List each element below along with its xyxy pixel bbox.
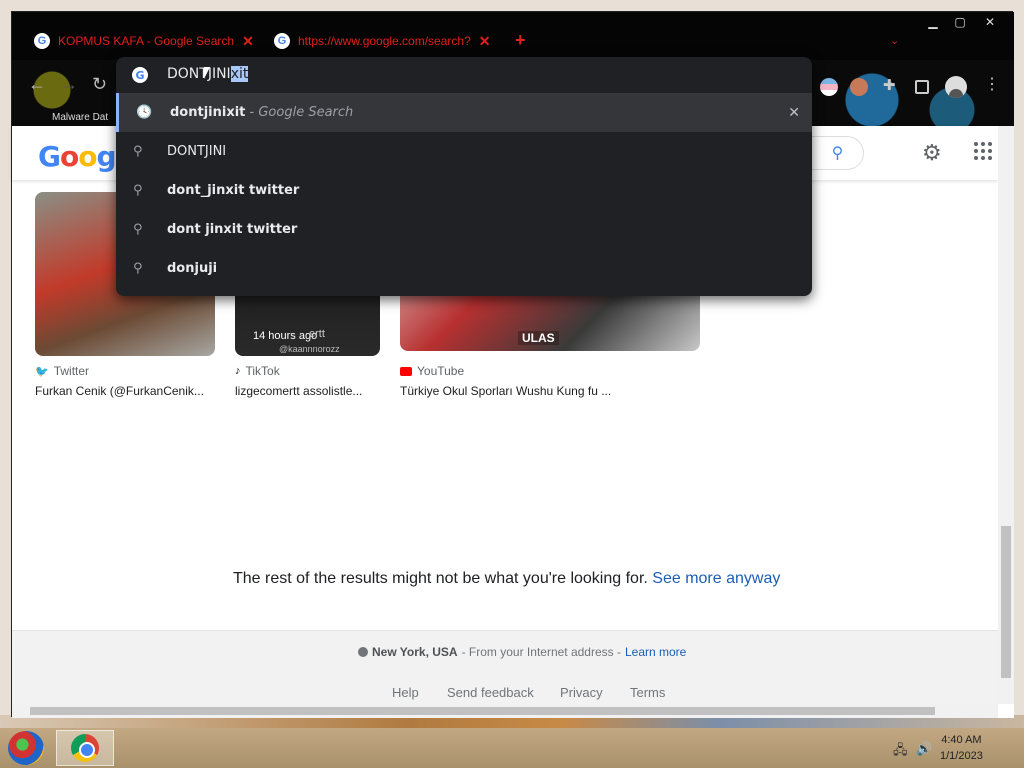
google-apps-icon[interactable] bbox=[974, 142, 992, 160]
mouse-cursor bbox=[204, 67, 210, 79]
search-submit-button[interactable]: ⚲ bbox=[812, 136, 864, 170]
system-clock[interactable]: 4:40 AM 1/1/2023 bbox=[940, 732, 983, 764]
location-dot-icon bbox=[358, 647, 368, 657]
video-author-overlay: @kaannnorozz bbox=[279, 344, 340, 354]
help-link[interactable]: Help bbox=[392, 685, 419, 700]
back-icon[interactable]: ← bbox=[28, 74, 46, 95]
tab-search-icon[interactable]: ⌄ bbox=[890, 34, 899, 47]
suggestion-item[interactable]: ⚲ dont jinxit twitter bbox=[116, 210, 812, 249]
send-feedback-link[interactable]: Send feedback bbox=[447, 685, 534, 700]
new-tab-button[interactable]: + bbox=[515, 30, 526, 51]
google-favicon-icon: G bbox=[34, 33, 50, 49]
privacy-link[interactable]: Privacy bbox=[560, 685, 603, 700]
extension-flag-icon[interactable] bbox=[820, 78, 838, 96]
google-favicon-icon: G bbox=[274, 33, 290, 49]
scrollbar-thumb[interactable] bbox=[30, 707, 935, 715]
taskbar: 🖧 🔊 4:40 AM 1/1/2023 bbox=[0, 728, 1024, 768]
rest-results-message: The rest of the results might not be wha… bbox=[233, 570, 781, 587]
google-g-icon: G bbox=[132, 67, 148, 83]
suggestion-item[interactable]: ⚲ donjuji bbox=[116, 249, 812, 288]
volume-icon[interactable]: 🔊 bbox=[916, 741, 932, 757]
profile-avatar-icon[interactable] bbox=[945, 76, 967, 98]
reload-icon[interactable]: ↻ bbox=[92, 74, 107, 95]
start-button[interactable] bbox=[8, 731, 44, 765]
chrome-icon bbox=[71, 734, 99, 762]
search-icon: ⚲ bbox=[133, 222, 143, 237]
horizontal-scrollbar[interactable] bbox=[12, 704, 998, 718]
omnibox-dropdown: G DONTJINIxit 🕓 dontjinixit - Google Sea… bbox=[116, 57, 812, 296]
extension-avatar-icon[interactable] bbox=[850, 78, 868, 96]
search-icon: ⚲ bbox=[831, 145, 844, 162]
search-icon: ⚲ bbox=[133, 183, 143, 198]
suggestion-history[interactable]: 🕓 dontjinixit - Google Search ✕ bbox=[116, 93, 812, 132]
tab-close-icon[interactable]: ✕ bbox=[479, 33, 491, 50]
autocomplete-selection: xit bbox=[230, 66, 249, 82]
tab-google-search-url[interactable]: G https://www.google.com/search? ✕ bbox=[274, 30, 504, 52]
video-overlay-text: ULAS bbox=[518, 331, 559, 345]
suggestion-item[interactable]: ⚲ dont_jinxit twitter bbox=[116, 171, 812, 210]
side-panel-icon[interactable] bbox=[915, 80, 929, 94]
vertical-scrollbar[interactable] bbox=[998, 126, 1014, 704]
youtube-icon bbox=[400, 366, 412, 376]
menu-kebab-icon[interactable]: ⋮ bbox=[984, 74, 1000, 94]
network-icon[interactable]: 🖧 bbox=[893, 741, 908, 763]
suggestion-item[interactable]: ⚲ DONTJINI bbox=[116, 132, 812, 171]
tab-close-icon[interactable]: ✕ bbox=[242, 33, 254, 50]
terms-link[interactable]: Terms bbox=[630, 685, 665, 700]
card-title[interactable]: Furkan Cenik (@FurkanCenik... bbox=[35, 384, 215, 398]
remove-suggestion-icon[interactable]: ✕ bbox=[788, 105, 800, 121]
video-handle-overlay: ertt bbox=[309, 328, 325, 340]
card-title[interactable]: lizgecomertt assolistle... bbox=[235, 384, 380, 398]
tab-kopmus-kafa[interactable]: G KOPMUS KAFA - Google Search ✕ bbox=[34, 30, 264, 52]
card-source: ♪ TikTok bbox=[235, 364, 280, 378]
close-window-button[interactable]: ✕ bbox=[970, 12, 1010, 32]
search-icon: ⚲ bbox=[133, 144, 143, 159]
card-title[interactable]: Türkiye Okul Sporları Wushu Kung fu ... bbox=[400, 384, 700, 398]
settings-gear-icon[interactable]: ⚙ bbox=[922, 140, 942, 166]
tiktok-icon: ♪ bbox=[235, 365, 241, 377]
history-clock-icon: 🕓 bbox=[136, 105, 153, 120]
location-line: New York, USA - From your Internet addre… bbox=[358, 645, 686, 659]
address-bar[interactable]: G DONTJINIxit bbox=[116, 57, 812, 93]
tab-bar: G KOPMUS KAFA - Google Search ✕ G https:… bbox=[12, 12, 1014, 60]
extensions-puzzle-icon[interactable]: ✚ bbox=[883, 76, 901, 94]
tab-title: KOPMUS KAFA - Google Search bbox=[58, 34, 235, 48]
scrollbar-thumb[interactable] bbox=[1001, 526, 1011, 678]
card-source: 🐦 Twitter bbox=[35, 364, 90, 378]
forward-icon[interactable]: → bbox=[60, 74, 78, 95]
video-age-label: 14 hours ago bbox=[253, 330, 318, 342]
learn-more-link[interactable]: Learn more bbox=[625, 645, 686, 659]
taskbar-chrome-button[interactable] bbox=[56, 730, 114, 766]
see-more-anyway-link[interactable]: See more anyway bbox=[652, 570, 780, 587]
card-source: YouTube bbox=[400, 364, 700, 378]
bookmark-item[interactable]: Malware Dat bbox=[52, 112, 108, 123]
search-icon: ⚲ bbox=[133, 261, 143, 276]
twitter-icon: 🐦 bbox=[35, 365, 49, 378]
tab-title: https://www.google.com/search? bbox=[298, 34, 471, 48]
